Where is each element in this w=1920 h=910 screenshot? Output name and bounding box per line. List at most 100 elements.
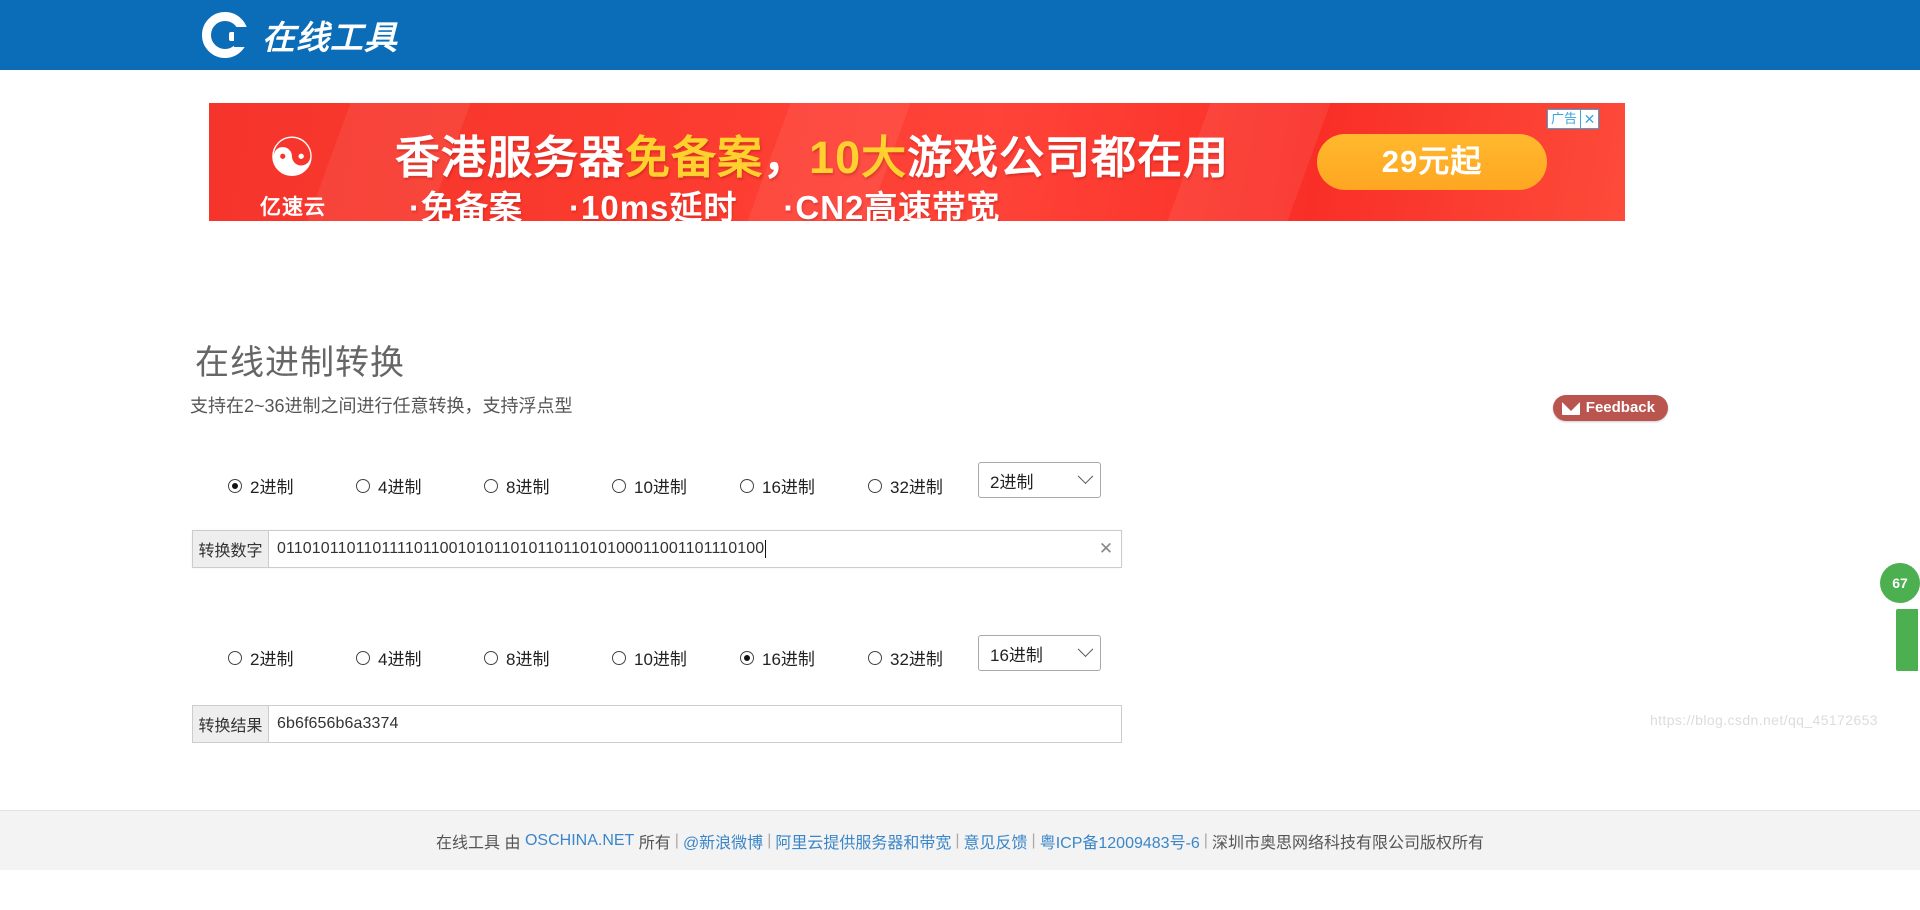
- radio-indicator: [612, 650, 626, 665]
- footer-separator: |: [955, 831, 960, 849]
- footer-weibo-link[interactable]: @新浪微博: [683, 829, 763, 853]
- footer-separator: |: [674, 831, 679, 849]
- radio-indicator: [484, 478, 498, 493]
- conversion-input-label: 转换数字: [193, 531, 269, 567]
- footer-owned: 所有: [638, 834, 671, 852]
- logo-c-icon: [202, 12, 250, 58]
- side-widget-count[interactable]: 67: [1880, 563, 1920, 603]
- clear-input-icon[interactable]: ✕: [1091, 531, 1121, 567]
- radio-indicator: [868, 650, 882, 665]
- radio-label: 4进制: [378, 478, 422, 497]
- radio-indicator: [868, 478, 882, 493]
- radio-input-base-5[interactable]: 32进制: [868, 473, 996, 498]
- radio-input-base-4[interactable]: 16进制: [740, 473, 868, 498]
- conversion-result-label: 转换结果: [193, 706, 269, 742]
- footer-site-name: 在线工具: [436, 834, 501, 852]
- radio-indicator: [228, 650, 242, 665]
- radio-indicator: [612, 478, 626, 493]
- radio-label: 32进制: [890, 478, 943, 497]
- ad-brand-name: 亿速云: [260, 196, 326, 219]
- radio-output-base-4[interactable]: 16进制: [740, 645, 868, 670]
- ad-cta-button[interactable]: 29元起: [1317, 134, 1547, 190]
- radio-output-base-3[interactable]: 10进制: [612, 645, 740, 670]
- ad-bullet-3: ·CN2高速带宽: [783, 189, 1001, 221]
- radio-output-base-2[interactable]: 8进制: [484, 645, 612, 670]
- footer-by: 由: [504, 834, 521, 852]
- envelope-icon: [1561, 401, 1580, 415]
- page-subtitle: 支持在2~36进制之间进行任意转换，支持浮点型: [190, 396, 573, 416]
- output-base-select[interactable]: 16进制: [978, 635, 1101, 671]
- conversion-input-group[interactable]: 转换数字 01101011011011110110010101101011011…: [192, 530, 1122, 568]
- input-base-select[interactable]: 2进制: [978, 462, 1101, 498]
- radio-input-base-1[interactable]: 4进制: [356, 473, 484, 498]
- site-footer: 在线工具 由 OSCHINA.NET 所有 | @新浪微博 | 阿里云 提供服务器…: [0, 810, 1920, 870]
- radio-indicator: [228, 478, 242, 493]
- radio-input-base-3[interactable]: 10进制: [612, 473, 740, 498]
- radio-label: 10进制: [634, 478, 687, 497]
- ad-tag-group: 广告 ✕: [1546, 109, 1599, 129]
- ad-bullets: ·免备案 ·10ms延时 ·CN2高速带宽: [409, 181, 1046, 221]
- ad-headline-highlight1: 免备案: [625, 132, 764, 183]
- radio-indicator: [356, 478, 370, 493]
- ad-headline-part2: ，: [763, 132, 810, 183]
- page-title: 在线进制转换: [195, 344, 405, 382]
- radio-label: 16进制: [762, 650, 815, 669]
- side-widget-bar[interactable]: [1896, 609, 1918, 671]
- side-floating-widget[interactable]: 67: [1880, 563, 1920, 671]
- output-base-select-value: 16进制: [990, 645, 1043, 665]
- ad-tag-label: 广告: [1550, 111, 1577, 126]
- footer-aliyun-text[interactable]: 提供服务器和带宽: [823, 829, 951, 853]
- radio-indicator: [740, 478, 754, 493]
- logo-text: 在线工具: [262, 18, 398, 57]
- radio-output-base-0[interactable]: 2进制: [228, 645, 356, 670]
- radio-indicator: [356, 650, 370, 665]
- conversion-input-value: 0110101101101111011001010110101101101010…: [277, 540, 765, 557]
- chevron-down-icon: [1077, 467, 1094, 484]
- footer-separator: |: [767, 831, 772, 849]
- footer-icp-link[interactable]: 粤ICP备12009483号-6: [1040, 829, 1200, 853]
- radio-indicator: [740, 650, 754, 665]
- ad-headline-part1: 香港服务器: [395, 132, 626, 183]
- radio-label: 10进制: [634, 650, 687, 669]
- radio-label: 2进制: [250, 650, 294, 669]
- text-caret: [765, 540, 767, 558]
- ad-headline-highlight2: 10大: [809, 132, 908, 183]
- site-header: 在线工具: [0, 0, 1920, 70]
- radio-label: 32进制: [890, 650, 943, 669]
- radio-indicator: [484, 650, 498, 665]
- feedback-button[interactable]: Feedback: [1552, 395, 1668, 421]
- input-base-radio-group: 2进制 4进制 8进制 10进制 16进制 32进制: [228, 473, 996, 498]
- ad-cloud-icon: ☯: [267, 126, 317, 189]
- feedback-label: Feedback: [1585, 399, 1655, 416]
- output-base-radio-group: 2进制 4进制 8进制 10进制 16进制 32进制: [228, 645, 996, 670]
- radio-input-base-2[interactable]: 8进制: [484, 473, 612, 498]
- footer-company: 深圳市奥思网络科技有限公司版权所有: [1211, 834, 1484, 852]
- advertisement-banner[interactable]: ☯ 亿速云 香港服务器免备案，10大游戏公司都在用 ·免备案 ·10ms延时 ·CN…: [209, 103, 1625, 221]
- conversion-result-group[interactable]: 转换结果 6b6f656b6a3374: [192, 705, 1122, 743]
- watermark-text: https://blog.csdn.net/qq_45172653: [1649, 712, 1878, 728]
- radio-output-base-1[interactable]: 4进制: [356, 645, 484, 670]
- footer-aliyun-link[interactable]: 阿里云: [775, 829, 823, 853]
- radio-input-base-0[interactable]: 2进制: [228, 473, 356, 498]
- ad-bullet-1: ·免备案: [409, 189, 523, 221]
- footer-oschina-link[interactable]: OSCHINA.NET: [525, 832, 634, 850]
- ad-bullet-2: ·10ms延时: [569, 189, 738, 221]
- radio-output-base-5[interactable]: 32进制: [868, 645, 996, 670]
- footer-feedback-link[interactable]: 意见反馈: [964, 829, 1028, 853]
- radio-label: 8进制: [506, 478, 550, 497]
- input-base-select-value: 2进制: [990, 472, 1034, 492]
- ad-headline-part3: 游戏公司都在用: [907, 132, 1230, 183]
- radio-label: 8进制: [506, 650, 550, 669]
- radio-label: 2进制: [250, 478, 294, 497]
- page-body: ☯ 亿速云 香港服务器免备案，10大游戏公司都在用 ·免备案 ·10ms延时 ·CN…: [0, 70, 1920, 870]
- radio-label: 4进制: [378, 650, 422, 669]
- ad-close-icon[interactable]: ✕: [1580, 110, 1598, 128]
- footer-separator: |: [1031, 831, 1036, 849]
- ad-headline: 香港服务器免备案，10大游戏公司都在用: [395, 121, 1229, 186]
- chevron-down-icon: [1077, 640, 1094, 657]
- conversion-result-field[interactable]: 6b6f656b6a3374: [269, 706, 1121, 742]
- site-logo[interactable]: 在线工具: [202, 8, 398, 62]
- radio-label: 16进制: [762, 478, 815, 497]
- footer-separator: |: [1203, 831, 1208, 849]
- conversion-input-field[interactable]: 0110101101101111011001010110101101101010…: [269, 531, 1091, 567]
